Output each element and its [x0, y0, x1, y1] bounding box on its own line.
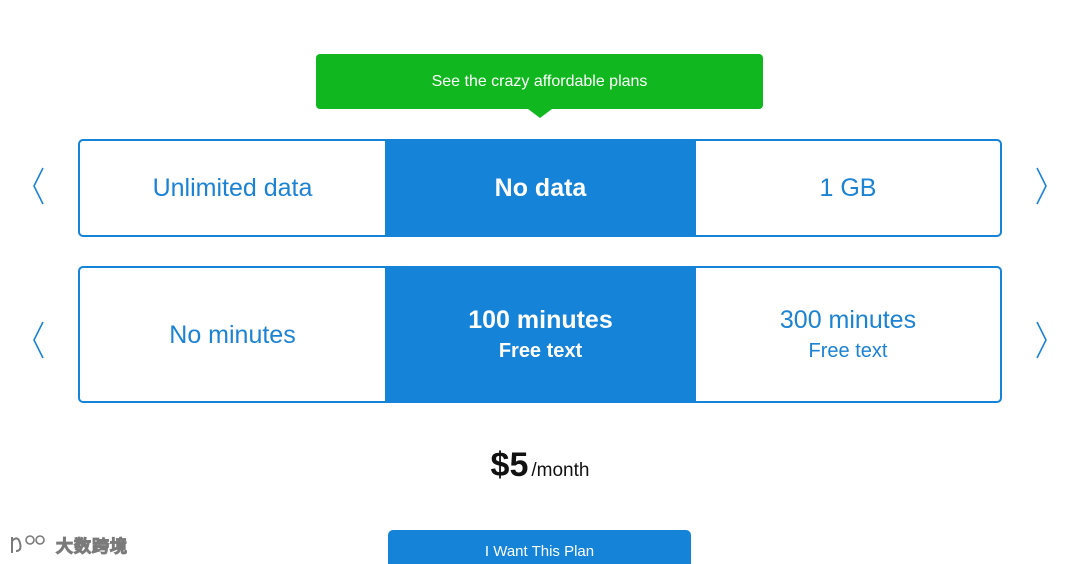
want-plan-button[interactable]: I Want This Plan [388, 530, 691, 564]
minutes-next-arrow[interactable] [1031, 320, 1051, 360]
minutes-option-300[interactable]: 300 minutes Free text [696, 268, 1000, 401]
watermark: 大数跨境 [8, 531, 128, 557]
data-option-label: No data [494, 174, 587, 202]
minutes-option-100[interactable]: 100 minutes Free text [385, 268, 696, 401]
watermark-text: 大数跨境 [56, 536, 128, 557]
price-amount: $5 [490, 446, 529, 484]
minutes-option-label: 300 minutes [779, 305, 917, 334]
price-period: /month [531, 460, 590, 481]
data-option-no-data[interactable]: No data [385, 141, 696, 235]
minutes-option-sub: Free text [808, 339, 888, 362]
data-next-arrow[interactable] [1031, 166, 1051, 206]
minutes-prev-arrow[interactable] [29, 320, 49, 360]
chevron-left-icon [33, 321, 44, 359]
data-option-label: Unlimited data [152, 174, 313, 202]
data-selector: Unlimited data No data 1 GB [78, 139, 1002, 237]
plan-price: $5/month [0, 446, 1080, 485]
want-plan-button-label: I Want This Plan [484, 543, 595, 560]
minutes-option-label: 100 minutes [468, 305, 613, 334]
minutes-option-sub: Free text [498, 339, 583, 362]
promo-banner: See the crazy affordable plans [316, 54, 763, 118]
minutes-selector: No minutes 100 minutes Free text 300 min… [78, 266, 1002, 403]
minutes-option-none[interactable]: No minutes [80, 268, 385, 401]
minutes-option-label: No minutes [169, 320, 296, 349]
data-option-1gb[interactable]: 1 GB [696, 141, 1000, 235]
data-option-label: 1 GB [819, 174, 877, 202]
chevron-right-icon [1036, 321, 1047, 359]
data-option-unlimited[interactable]: Unlimited data [80, 141, 385, 235]
watermark-logo-icon [11, 535, 45, 553]
data-prev-arrow[interactable] [29, 166, 49, 206]
chevron-left-icon [33, 167, 44, 205]
banner-pointer [527, 109, 552, 118]
promo-banner-text: See the crazy affordable plans [431, 72, 648, 90]
chevron-right-icon [1036, 167, 1047, 205]
